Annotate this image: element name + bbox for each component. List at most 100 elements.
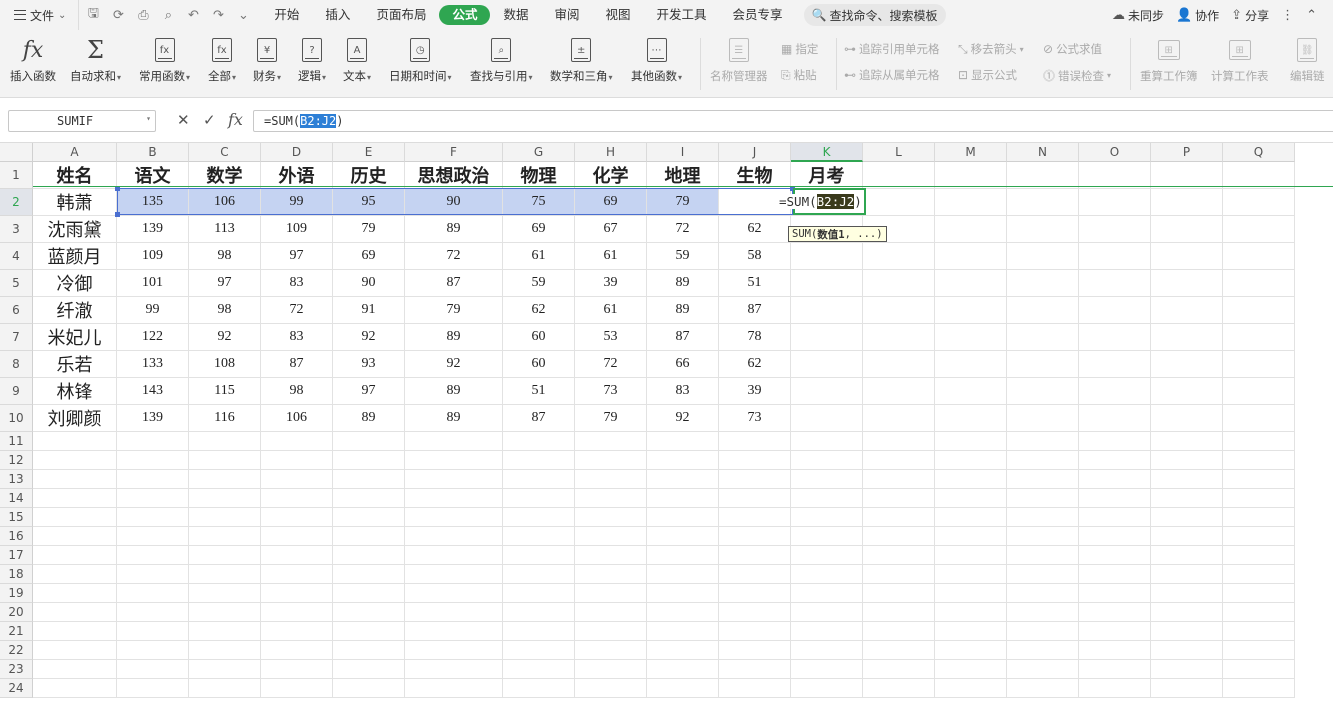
table-cell[interactable] [503,679,575,698]
logic-functions-button[interactable]: ? 逻辑▾ [298,36,326,84]
table-cell[interactable] [719,565,791,584]
table-cell[interactable] [117,489,189,508]
row-header[interactable]: 18 [0,565,33,584]
table-cell[interactable] [647,489,719,508]
table-cell[interactable] [935,508,1007,527]
table-cell[interactable] [33,527,117,546]
table-cell[interactable]: 韩萧 [33,189,117,216]
table-cell[interactable] [503,546,575,565]
sync-button[interactable]: ☁ 未同步 [1112,7,1164,24]
table-cell[interactable] [1007,351,1079,378]
table-cell[interactable] [1151,622,1223,641]
table-cell[interactable] [647,527,719,546]
table-cell[interactable] [863,622,935,641]
table-cell[interactable] [405,622,503,641]
table-cell[interactable] [647,622,719,641]
column-header-h[interactable]: H [575,143,647,162]
column-header-q[interactable]: Q [1223,143,1295,162]
table-cell[interactable] [863,641,935,660]
table-cell[interactable] [1223,470,1295,489]
header-cell[interactable]: 数学 [189,162,261,189]
column-header-m[interactable]: M [935,143,1007,162]
tab-3[interactable]: 公式 [439,5,491,25]
table-cell[interactable] [333,622,405,641]
column-header-c[interactable]: C [189,143,261,162]
table-cell[interactable] [405,432,503,451]
table-cell[interactable] [791,546,863,565]
table-cell[interactable] [1223,432,1295,451]
table-cell[interactable] [405,679,503,698]
table-cell[interactable] [1223,351,1295,378]
table-cell[interactable] [1007,508,1079,527]
table-cell[interactable]: 143 [117,378,189,405]
column-header-p[interactable]: P [1151,143,1223,162]
formula-input[interactable]: =SUM(B2:J2) [253,110,1333,132]
table-cell[interactable] [935,470,1007,489]
table-cell[interactable] [189,603,261,622]
table-cell[interactable] [117,565,189,584]
column-header-i[interactable]: I [647,143,719,162]
table-cell[interactable] [503,489,575,508]
table-cell[interactable]: 66 [647,351,719,378]
table-cell[interactable] [1007,432,1079,451]
table-cell[interactable] [189,641,261,660]
table-cell[interactable] [1079,489,1151,508]
tab-0[interactable]: 开始 [261,5,312,25]
table-cell[interactable]: 89 [405,216,503,243]
table-cell[interactable] [1079,584,1151,603]
row-header[interactable]: 13 [0,470,33,489]
table-cell[interactable] [33,660,117,679]
table-cell[interactable] [503,622,575,641]
row-header[interactable]: 5 [0,270,33,297]
table-cell[interactable] [1151,660,1223,679]
table-cell[interactable] [1007,216,1079,243]
column-header-d[interactable]: D [261,143,333,162]
table-cell[interactable] [575,451,647,470]
table-cell[interactable] [1223,324,1295,351]
row-header[interactable]: 2 [0,189,33,216]
table-cell[interactable] [791,451,863,470]
table-cell[interactable]: 79 [647,189,719,216]
column-header-g[interactable]: G [503,143,575,162]
table-cell[interactable]: 纤澈 [33,297,117,324]
row-header[interactable]: 11 [0,432,33,451]
table-cell[interactable]: 99 [117,297,189,324]
column-header-k[interactable]: K [791,143,863,162]
table-cell[interactable]: 67 [575,216,647,243]
table-cell[interactable]: 139 [117,216,189,243]
table-cell[interactable]: 89 [647,270,719,297]
table-cell[interactable] [33,679,117,698]
select-all-corner[interactable] [0,143,33,162]
table-cell[interactable]: 116 [189,405,261,432]
row-header[interactable]: 9 [0,378,33,405]
table-cell[interactable] [647,565,719,584]
table-cell[interactable] [719,489,791,508]
table-cell[interactable] [1151,679,1223,698]
table-cell[interactable] [1151,584,1223,603]
table-cell[interactable] [33,508,117,527]
table-cell[interactable] [935,378,1007,405]
table-cell[interactable] [1079,270,1151,297]
table-cell[interactable] [189,432,261,451]
table-cell[interactable] [1007,546,1079,565]
table-cell[interactable] [863,603,935,622]
table-cell[interactable] [1223,584,1295,603]
table-cell[interactable] [575,432,647,451]
edit-links-button[interactable]: ⛓ 编辑链 [1290,36,1325,84]
table-cell[interactable]: 83 [261,270,333,297]
table-cell[interactable] [1151,603,1223,622]
table-cell[interactable] [503,584,575,603]
table-cell[interactable] [261,527,333,546]
table-cell[interactable] [1223,565,1295,584]
header-cell[interactable]: 外语 [261,162,333,189]
table-cell[interactable] [1079,432,1151,451]
table-cell[interactable] [503,508,575,527]
table-cell[interactable] [261,641,333,660]
table-cell[interactable]: 62 [503,297,575,324]
table-cell[interactable] [333,489,405,508]
table-cell[interactable]: 135 [117,189,189,216]
table-cell[interactable]: 90 [333,270,405,297]
table-cell[interactable]: 59 [647,243,719,270]
table-cell[interactable] [261,546,333,565]
table-cell[interactable] [1007,243,1079,270]
